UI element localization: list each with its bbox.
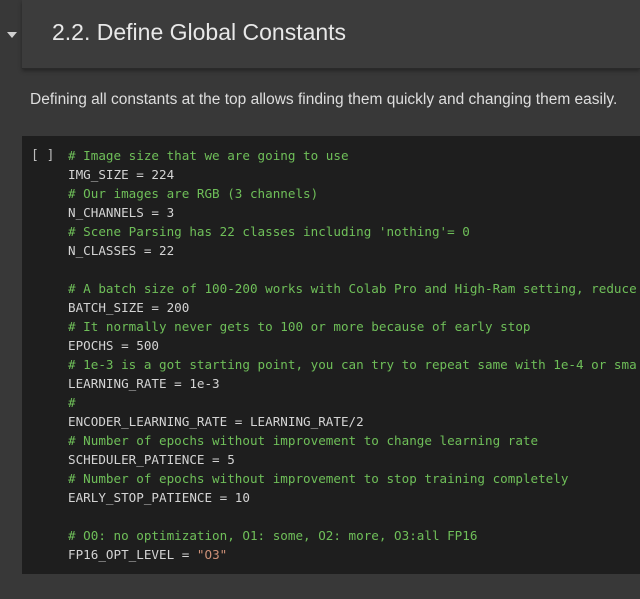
code-line[interactable]: SCHEDULER_PATIENCE = 5 — [68, 450, 637, 469]
code-line[interactable]: # Our images are RGB (3 channels) — [68, 184, 637, 203]
code-statement: IMG_SIZE = 224 — [68, 167, 175, 182]
code-line[interactable]: EARLY_STOP_PATIENCE = 10 — [68, 488, 637, 507]
code-comment: # 1e-3 is a got starting point, you can … — [68, 357, 637, 372]
code-statement: N_CLASSES = 22 — [68, 243, 175, 258]
code-string: "O3" — [196, 547, 228, 562]
code-line[interactable]: # O0: no optimization, O1: some, O2: mor… — [68, 526, 637, 545]
code-line[interactable]: # A batch size of 100-200 works with Col… — [68, 279, 637, 298]
code-statement: N_CHANNELS = 3 — [68, 205, 175, 220]
code-statement: FP16_OPT_LEVEL = — [68, 547, 197, 562]
code-statement: BATCH_SIZE = 200 — [68, 300, 190, 315]
code-cell[interactable]: [ ] # Image size that we are going to us… — [22, 136, 640, 574]
code-line[interactable]: LEARNING_RATE = 1e-3 — [68, 374, 637, 393]
code-statement: EARLY_STOP_PATIENCE = 10 — [68, 490, 250, 505]
code-comment: # Scene Parsing has 22 classes including… — [68, 224, 470, 239]
code-line[interactable]: # Number of epochs without improvement t… — [68, 469, 637, 488]
section-header: 2.2. Define Global Constants — [22, 0, 640, 69]
code-statement: SCHEDULER_PATIENCE = 5 — [68, 452, 235, 467]
code-comment: # It normally never gets to 100 or more … — [68, 319, 531, 334]
code-line[interactable]: ENCODER_LEARNING_RATE = LEARNING_RATE/2 — [68, 412, 637, 431]
code-line[interactable]: # Scene Parsing has 22 classes including… — [68, 222, 637, 241]
code-line[interactable] — [68, 507, 637, 526]
code-statement: LEARNING_RATE = 1e-3 — [68, 376, 220, 391]
code-line[interactable]: N_CLASSES = 22 — [68, 241, 637, 260]
code-line[interactable]: # It normally never gets to 100 or more … — [68, 317, 637, 336]
code-statement: ENCODER_LEARNING_RATE = LEARNING_RATE/2 — [68, 414, 364, 429]
code-line[interactable]: FP16_OPT_LEVEL = "O3" — [68, 545, 637, 564]
code-line[interactable]: BATCH_SIZE = 200 — [68, 298, 637, 317]
section-title: 2.2. Define Global Constants — [52, 19, 347, 45]
code-line[interactable]: N_CHANNELS = 3 — [68, 203, 637, 222]
code-line[interactable]: # Image size that we are going to use — [68, 146, 637, 165]
code-comment: # — [68, 395, 76, 410]
code-comment: # Number of epochs without improvement t… — [68, 471, 569, 486]
code-line[interactable]: IMG_SIZE = 224 — [68, 165, 637, 184]
code-line[interactable]: # Number of epochs without improvement t… — [68, 431, 637, 450]
code-statement: EPOCHS = 500 — [68, 338, 159, 353]
section-description: Defining all constants at the top allows… — [30, 91, 618, 108]
code-line[interactable]: # 1e-3 is a got starting point, you can … — [68, 355, 637, 374]
run-cell-button[interactable]: [ ] — [31, 148, 54, 163]
code-line[interactable]: # — [68, 393, 637, 412]
code-comment: # O0: no optimization, O1: some, O2: mor… — [68, 528, 478, 543]
code-comment: # Number of epochs without improvement t… — [68, 433, 539, 448]
code-comment: # Our images are RGB (3 channels) — [68, 186, 319, 201]
caret-down-icon[interactable] — [5, 28, 19, 42]
code-comment: # Image size that we are going to use — [68, 148, 349, 163]
code-editor[interactable]: # Image size that we are going to use IMG… — [68, 146, 637, 564]
code-comment: # A batch size of 100-200 works with Col… — [68, 281, 637, 296]
code-line[interactable]: EPOCHS = 500 — [68, 336, 637, 355]
code-line[interactable] — [68, 260, 637, 279]
